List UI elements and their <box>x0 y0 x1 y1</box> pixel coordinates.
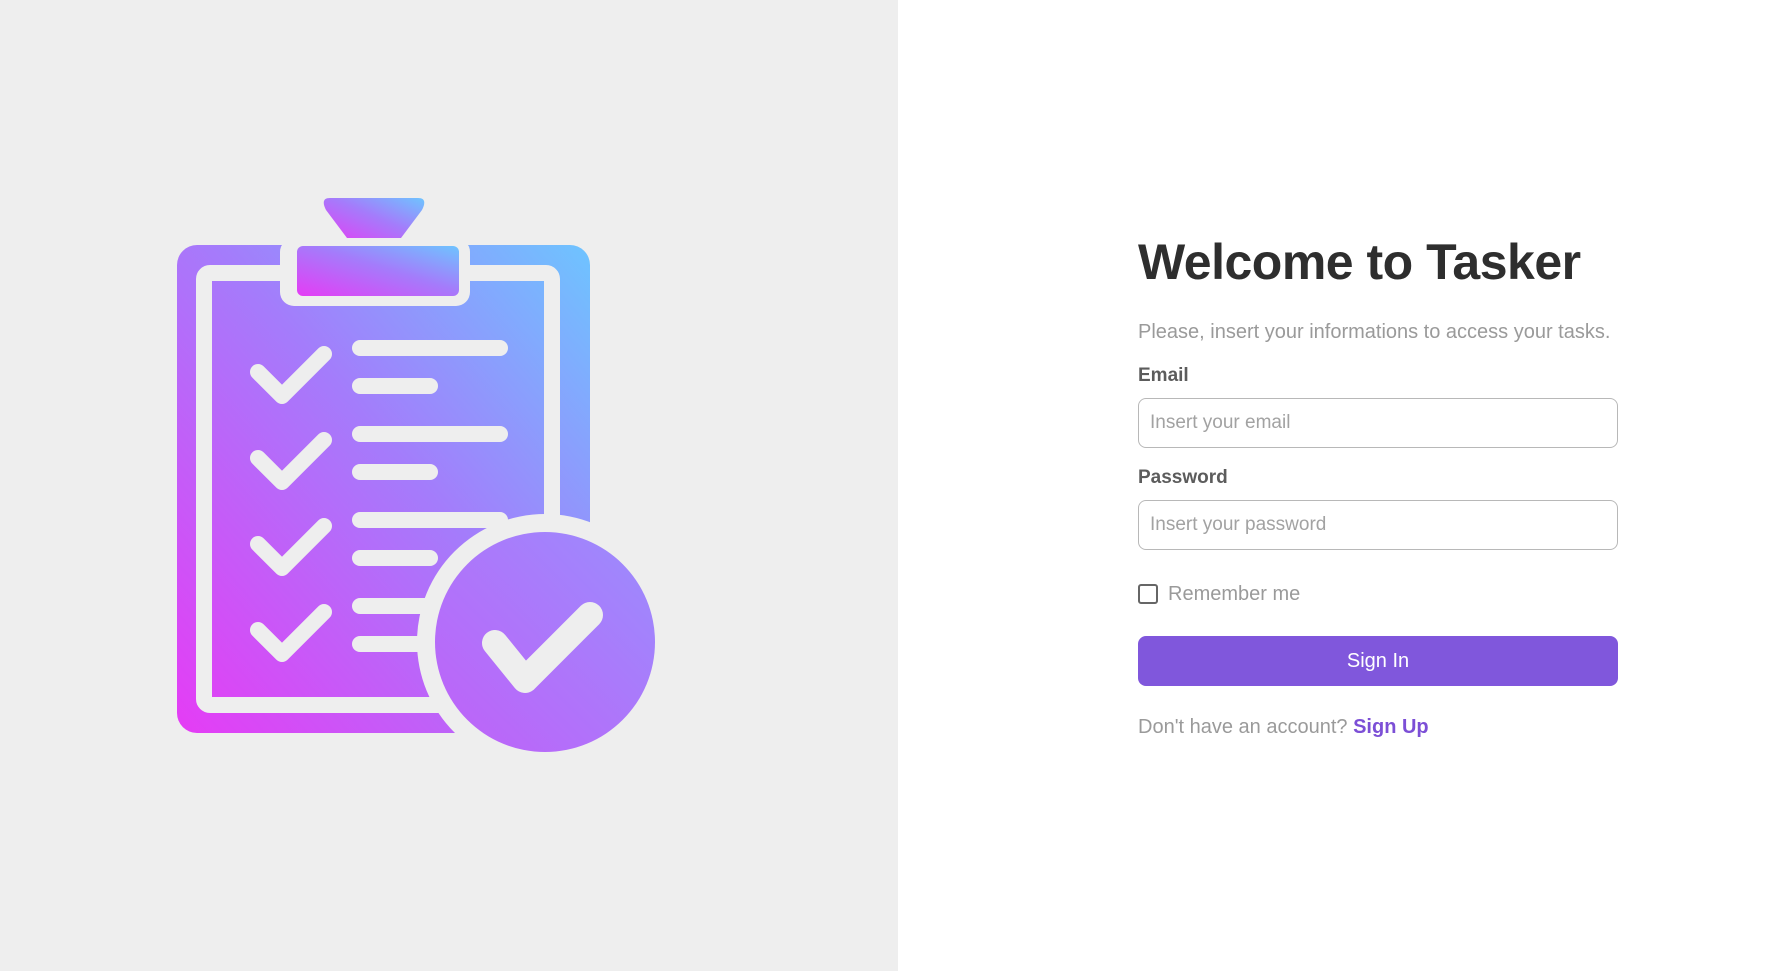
sign-in-button[interactable]: Sign In <box>1138 636 1618 686</box>
signup-prompt: Don't have an account? <box>1138 716 1348 738</box>
login-panel: Welcome to Tasker Please, insert your in… <box>898 0 1781 971</box>
email-label: Email <box>1138 365 1189 386</box>
clipboard-checklist-icon <box>177 198 673 770</box>
login-form: Welcome to Tasker Please, insert your in… <box>1138 232 1618 739</box>
remember-me-checkbox[interactable] <box>1138 584 1158 604</box>
page-subtitle: Please, insert your informations to acce… <box>1138 321 1611 343</box>
remember-me-label[interactable]: Remember me <box>1168 583 1300 606</box>
illustration-panel <box>0 0 898 971</box>
remember-me-row: Remember me <box>1138 580 1618 608</box>
signup-row: Don't have an account? Sign Up <box>1138 716 1618 739</box>
page-title: Welcome to Tasker <box>1138 234 1581 290</box>
password-input[interactable] <box>1138 500 1618 550</box>
password-label: Password <box>1138 467 1228 488</box>
email-input[interactable] <box>1138 398 1618 448</box>
sign-up-link[interactable]: Sign Up <box>1353 716 1429 738</box>
